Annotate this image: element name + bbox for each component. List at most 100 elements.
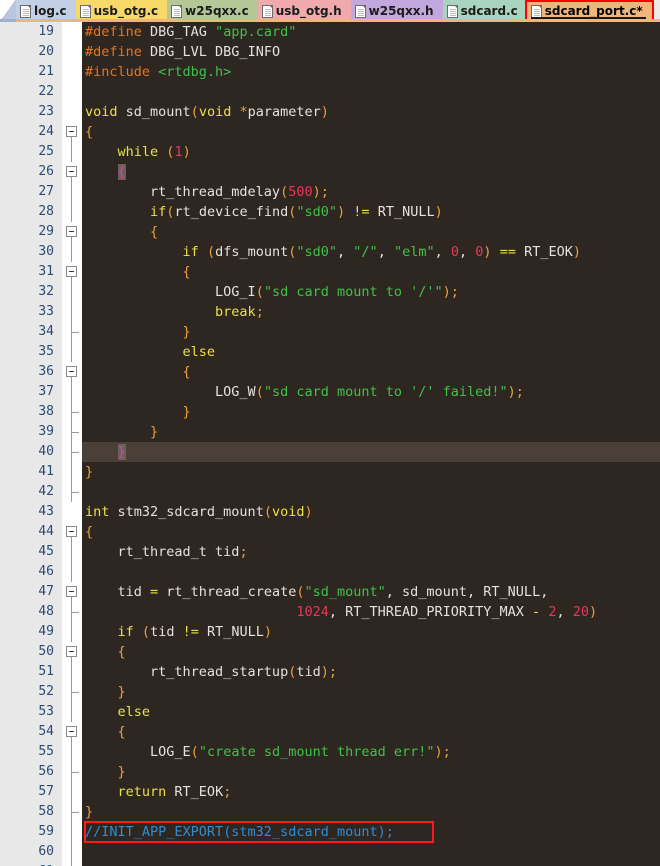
code-line-text[interactable]: while (1) xyxy=(82,142,191,162)
code-line-text[interactable]: #endif /* BSP_USING_SDCARD */ xyxy=(82,862,321,866)
code-line-text[interactable]: //INIT_APP_EXPORT(stm32_sdcard_mount); xyxy=(82,822,394,842)
code-line[interactable]: 47 tid = rt_thread_create("sd_mount", sd… xyxy=(0,582,660,602)
code-line-text[interactable]: { xyxy=(82,522,93,542)
fold-collapse-box[interactable] xyxy=(62,122,82,142)
code-line-text[interactable]: } xyxy=(82,762,126,782)
code-line-text[interactable]: { xyxy=(82,722,126,742)
code-line-text[interactable]: rt_thread_startup(tid); xyxy=(82,662,337,682)
minus-icon[interactable] xyxy=(66,366,77,377)
code-line[interactable]: 55 LOG_E("create sd_mount thread err!"); xyxy=(0,742,660,762)
fold-collapse-box[interactable] xyxy=(62,162,82,182)
code-line-text[interactable]: else xyxy=(82,342,216,362)
code-line-text[interactable]: LOG_W("sd card mount to '/' failed!"); xyxy=(82,382,524,402)
code-line[interactable]: 46 xyxy=(0,562,660,582)
code-line-text[interactable]: { xyxy=(82,262,191,282)
code-line[interactable]: 50 { xyxy=(0,642,660,662)
fold-collapse-box[interactable] xyxy=(62,362,82,382)
minus-icon[interactable] xyxy=(66,586,77,597)
code-line[interactable]: 21 #include <rtdbg.h> xyxy=(0,62,660,82)
code-line[interactable]: 61 #endif /* BSP_USING_SDCARD */ xyxy=(0,862,660,866)
fold-collapse-box[interactable] xyxy=(62,522,82,542)
code-line[interactable]: 43 int stm32_sdcard_mount(void) xyxy=(0,502,660,522)
code-line[interactable]: 38 } xyxy=(0,402,660,422)
code-line[interactable]: 36 { xyxy=(0,362,660,382)
code-line[interactable]: 19 #define DBG_TAG "app.card" xyxy=(0,22,660,42)
code-line[interactable]: 53 else xyxy=(0,702,660,722)
code-line[interactable]: 48 1024, RT_THREAD_PRIORITY_MAX - 2, 20) xyxy=(0,602,660,622)
code-line[interactable]: 42 xyxy=(0,482,660,502)
code-line[interactable]: 49 if (tid != RT_NULL) xyxy=(0,622,660,642)
code-line[interactable]: 35 else xyxy=(0,342,660,362)
code-line[interactable]: 37 LOG_W("sd card mount to '/' failed!")… xyxy=(0,382,660,402)
code-line[interactable]: 60 xyxy=(0,842,660,862)
code-line[interactable]: 52 } xyxy=(0,682,660,702)
minus-icon[interactable] xyxy=(66,266,77,277)
code-line[interactable]: 22 xyxy=(0,82,660,102)
code-line[interactable]: 31 { xyxy=(0,262,660,282)
code-line-text[interactable] xyxy=(82,82,85,102)
code-editor[interactable]: 19 #define DBG_TAG "app.card" 20 #define DB… xyxy=(0,22,660,866)
code-line-text[interactable]: } xyxy=(82,422,158,442)
code-line-text[interactable]: return RT_EOK; xyxy=(82,782,232,802)
code-line-text[interactable]: } xyxy=(82,802,93,822)
code-line-text[interactable]: { xyxy=(82,122,93,142)
code-line[interactable]: 28 if(rt_device_find("sd0") != RT_NULL) xyxy=(0,202,660,222)
code-line-text[interactable]: 1024, RT_THREAD_PRIORITY_MAX - 2, 20) xyxy=(82,602,597,622)
code-line[interactable]: 40 } xyxy=(0,442,660,462)
code-line-text[interactable]: } xyxy=(82,682,126,702)
minus-icon[interactable] xyxy=(66,226,77,237)
code-line-text[interactable]: } xyxy=(82,462,93,482)
code-line[interactable]: 27 rt_thread_mdelay(500); xyxy=(0,182,660,202)
code-line-text[interactable]: } xyxy=(82,442,126,462)
code-line-text[interactable]: if(rt_device_find("sd0") != RT_NULL) xyxy=(82,202,443,222)
code-line[interactable]: 41} xyxy=(0,462,660,482)
code-line-text[interactable]: #define DBG_TAG "app.card" xyxy=(82,22,296,42)
code-line-text[interactable]: rt_thread_t tid; xyxy=(82,542,248,562)
code-line[interactable]: 57 return RT_EOK; xyxy=(0,782,660,802)
minus-icon[interactable] xyxy=(66,646,77,657)
code-line-text[interactable] xyxy=(82,562,85,582)
fold-collapse-box[interactable] xyxy=(62,582,82,602)
code-line[interactable]: 34 } xyxy=(0,322,660,342)
code-line-text[interactable]: else xyxy=(82,702,151,722)
code-line-text[interactable]: break; xyxy=(82,302,264,322)
code-line[interactable]: 45 rt_thread_t tid; xyxy=(0,542,660,562)
minus-icon[interactable] xyxy=(66,726,77,737)
code-line-text[interactable]: tid = rt_thread_create("sd_mount", sd_mo… xyxy=(82,582,549,602)
minus-icon[interactable] xyxy=(66,126,77,137)
fold-collapse-box[interactable] xyxy=(62,222,82,242)
code-line-text[interactable]: if (dfs_mount("sd0", "/", "elm", 0, 0) =… xyxy=(82,242,581,262)
code-line[interactable]: 29 { xyxy=(0,222,660,242)
code-line-text[interactable]: LOG_E("create sd_mount thread err!"); xyxy=(82,742,451,762)
code-line[interactable]: 39 } xyxy=(0,422,660,442)
code-line-text[interactable]: { xyxy=(82,222,158,242)
fold-collapse-box[interactable] xyxy=(62,642,82,662)
code-line[interactable]: 54 { xyxy=(0,722,660,742)
code-line-text[interactable]: rt_thread_mdelay(500); xyxy=(82,182,329,202)
code-line-text[interactable]: { xyxy=(82,642,126,662)
code-lines[interactable]: 19 #define DBG_TAG "app.card" 20 #define DB… xyxy=(0,22,660,866)
code-line-text[interactable]: { xyxy=(82,362,191,382)
minus-icon[interactable] xyxy=(66,166,77,177)
code-line[interactable]: 25 while (1) xyxy=(0,142,660,162)
code-line-text[interactable]: void sd_mount(void *parameter) xyxy=(82,102,329,122)
code-line[interactable]: 33 break; xyxy=(0,302,660,322)
code-line[interactable]: 32 LOG_I("sd card mount to '/'"); xyxy=(0,282,660,302)
code-line[interactable]: 20 #define DBG_LVL DBG_INFO xyxy=(0,42,660,62)
code-line-text[interactable] xyxy=(82,482,85,502)
code-line-text[interactable]: if (tid != RT_NULL) xyxy=(82,622,273,642)
code-line[interactable]: 44 { xyxy=(0,522,660,542)
code-line[interactable]: 58} xyxy=(0,802,660,822)
fold-collapse-box[interactable] xyxy=(62,722,82,742)
code-line[interactable]: 23 void sd_mount(void *parameter) xyxy=(0,102,660,122)
code-line-text[interactable]: LOG_I("sd card mount to '/'"); xyxy=(82,282,459,302)
code-line[interactable]: 30 if (dfs_mount("sd0", "/", "elm", 0, 0… xyxy=(0,242,660,262)
code-line-text[interactable]: #include <rtdbg.h> xyxy=(82,62,231,82)
code-line-text[interactable] xyxy=(82,842,85,862)
code-line[interactable]: 24 { xyxy=(0,122,660,142)
code-line-text[interactable]: } xyxy=(82,402,191,422)
code-line[interactable]: 56 } xyxy=(0,762,660,782)
code-line[interactable]: 26 { xyxy=(0,162,660,182)
code-line-text[interactable]: } xyxy=(82,322,191,342)
fold-collapse-box[interactable] xyxy=(62,262,82,282)
